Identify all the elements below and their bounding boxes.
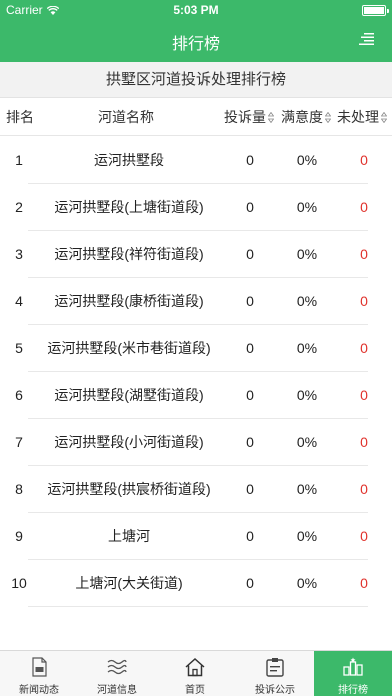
satisfaction-cell: 0% — [296, 293, 318, 309]
river-name-cell: 运河拱墅段(小河街道段) — [54, 434, 204, 450]
ranking-icon — [343, 657, 363, 676]
river-name-cell: 运河拱墅段 — [94, 152, 164, 168]
satisfaction-cell: 0% — [296, 387, 318, 403]
tab-label: 首页 — [185, 685, 205, 696]
complaint-count-cell: 0 — [246, 293, 254, 309]
header-river-name: 河道名称 — [98, 109, 154, 125]
app-header: Carrier 5:03 PM 排行榜 — [0, 0, 392, 62]
tab-complaint-notice[interactable]: 投诉公示 — [236, 651, 314, 696]
river-name-cell: 运河拱墅段(米市巷街道段) — [47, 340, 211, 356]
tab-news[interactable]: 新闻动态 — [0, 651, 78, 696]
complaint-count-cell: 0 — [246, 340, 254, 356]
complaint-count-cell: 0 — [246, 152, 254, 168]
status-bar: Carrier 5:03 PM — [0, 0, 392, 20]
header-pending[interactable]: 未处理 — [337, 98, 387, 136]
river-name-cell: 运河拱墅段(康桥街道段) — [54, 293, 204, 309]
pending-cell: 0 — [360, 481, 368, 497]
tab-ranking[interactable]: 排行榜 — [314, 651, 392, 696]
pending-cell: 0 — [360, 293, 368, 309]
rank-cell: 8 — [15, 481, 23, 497]
rank-cell: 10 — [11, 575, 27, 591]
complaint-count-cell: 0 — [246, 481, 254, 497]
rank-cell: 7 — [15, 434, 23, 450]
rank-cell: 5 — [15, 340, 23, 356]
complaint-count-cell: 0 — [246, 434, 254, 450]
river-name-cell: 运河拱墅段(祥符街道段) — [54, 246, 204, 262]
tab-label: 新闻动态 — [19, 685, 59, 696]
table-row[interactable]: 4 运河拱墅段(康桥街道段) 0 0% 0 — [0, 278, 392, 325]
header-satisfaction[interactable]: 满意度 — [281, 98, 331, 136]
pending-cell: 0 — [360, 575, 368, 591]
pending-cell: 0 — [360, 340, 368, 356]
satisfaction-cell: 0% — [296, 199, 318, 215]
table-row[interactable]: 8 运河拱墅段(拱宸桥街道段) 0 0% 0 — [0, 466, 392, 513]
tab-river-info[interactable]: 河道信息 — [78, 651, 156, 696]
bottom-tab-bar: 新闻动态 河道信息 首页 投诉公示 排行榜 — [0, 650, 392, 696]
page-title: 拱墅区河道投诉处理排行榜 — [0, 62, 392, 98]
tab-label: 排行榜 — [338, 685, 368, 696]
complaint-count-cell: 0 — [246, 575, 254, 591]
table-header: 排名 河道名称 投诉量 满意度 未处理 — [0, 98, 392, 136]
river-name-cell: 运河拱墅段(拱宸桥街道段) — [47, 481, 211, 497]
river-name-cell: 上塘河 — [108, 528, 150, 544]
pending-cell: 0 — [360, 387, 368, 403]
pending-cell: 0 — [360, 528, 368, 544]
table-row[interactable]: 3 运河拱墅段(祥符街道段) 0 0% 0 — [0, 231, 392, 278]
complaint-count-cell: 0 — [246, 387, 254, 403]
pending-cell: 0 — [360, 434, 368, 450]
river-name-cell: 运河拱墅段(湖墅街道段) — [54, 387, 204, 403]
pending-cell: 0 — [360, 199, 368, 215]
complaint-count-cell: 0 — [246, 246, 254, 262]
battery-icon — [362, 5, 389, 16]
ranking-table: 1 运河拱墅段 0 0% 0 2 运河拱墅段(上塘街道段) 0 0% 0 3 运… — [0, 137, 392, 607]
rank-cell: 1 — [15, 152, 23, 168]
rank-cell: 6 — [15, 387, 23, 403]
satisfaction-cell: 0% — [296, 575, 318, 591]
pending-cell: 0 — [360, 152, 368, 168]
navbar-title: 排行榜 — [171, 36, 220, 53]
rank-cell: 4 — [15, 293, 23, 309]
rank-cell: 2 — [15, 199, 23, 215]
satisfaction-cell: 0% — [296, 340, 318, 356]
sort-icon — [325, 111, 331, 123]
table-row[interactable]: 10 上塘河(大关街道) 0 0% 0 — [0, 560, 392, 607]
tab-home[interactable]: 首页 — [156, 651, 234, 696]
table-row[interactable]: 1 运河拱墅段 0 0% 0 — [0, 137, 392, 184]
tab-label: 河道信息 — [97, 685, 137, 696]
document-icon — [32, 657, 47, 677]
satisfaction-cell: 0% — [296, 434, 318, 450]
sort-icon — [381, 111, 387, 123]
satisfaction-cell: 0% — [296, 481, 318, 497]
table-row[interactable]: 2 运河拱墅段(上塘街道段) 0 0% 0 — [0, 184, 392, 231]
river-name-cell: 运河拱墅段(上塘街道段) — [54, 199, 204, 215]
sort-icon — [268, 111, 274, 123]
water-waves-icon — [107, 659, 127, 675]
status-time: 5:03 PM — [173, 3, 219, 17]
tab-label: 投诉公示 — [255, 685, 295, 696]
satisfaction-cell: 0% — [296, 152, 318, 168]
rank-cell: 9 — [15, 528, 23, 544]
list-menu-icon[interactable] — [358, 33, 374, 45]
home-icon — [185, 657, 205, 677]
satisfaction-cell: 0% — [296, 246, 318, 262]
complaint-count-cell: 0 — [246, 199, 254, 215]
table-row[interactable]: 9 上塘河 0 0% 0 — [0, 513, 392, 560]
pending-cell: 0 — [360, 246, 368, 262]
table-row[interactable]: 7 运河拱墅段(小河街道段) 0 0% 0 — [0, 419, 392, 466]
rank-cell: 3 — [15, 246, 23, 262]
table-row[interactable]: 5 运河拱墅段(米市巷街道段) 0 0% 0 — [0, 325, 392, 372]
header-rank: 排名 — [6, 109, 34, 125]
river-name-cell: 上塘河(大关街道) — [75, 575, 183, 591]
table-row[interactable]: 6 运河拱墅段(湖墅街道段) 0 0% 0 — [0, 372, 392, 419]
satisfaction-cell: 0% — [296, 528, 318, 544]
clipboard-icon — [266, 658, 284, 677]
complaint-count-cell: 0 — [246, 528, 254, 544]
header-complaint-count[interactable]: 投诉量 — [224, 98, 274, 136]
